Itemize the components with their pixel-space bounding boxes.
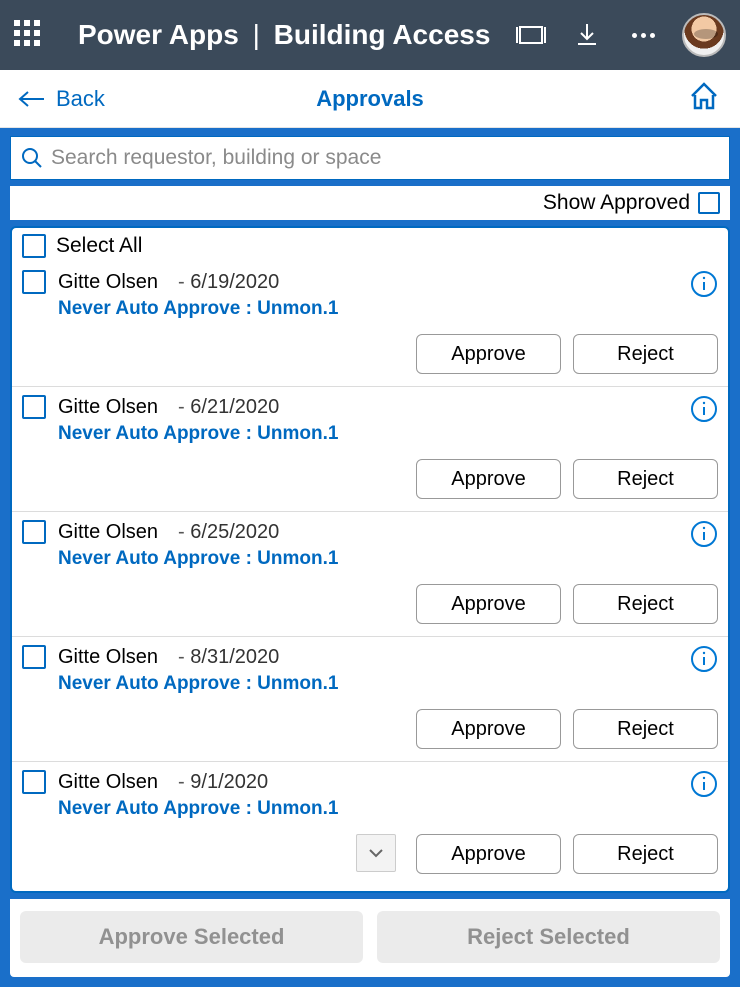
- approve-button[interactable]: Approve: [416, 584, 561, 624]
- request-subtitle: Never Auto Approve : Unmon.1: [58, 423, 718, 445]
- bulk-action-bar: Approve Selected Reject Selected: [10, 899, 730, 977]
- fit-to-screen-icon[interactable]: [514, 18, 548, 52]
- requestor-name: Gitte Olsen: [58, 271, 158, 294]
- approvals-panel: Show Approved Select All Gitte Olsen 6/1…: [0, 128, 740, 987]
- request-date: 6/19/2020: [178, 271, 279, 294]
- app-launcher-icon[interactable]: [14, 20, 44, 50]
- row-checkbox[interactable]: [22, 395, 46, 419]
- app-name: Power Apps: [78, 19, 239, 50]
- row-checkbox[interactable]: [22, 520, 46, 544]
- select-all-label: Select All: [56, 234, 142, 258]
- requestor-name: Gitte Olsen: [58, 771, 158, 794]
- approve-button[interactable]: Approve: [416, 334, 561, 374]
- row-checkbox[interactable]: [22, 645, 46, 669]
- request-subtitle: Never Auto Approve : Unmon.1: [58, 298, 718, 320]
- approve-selected-button[interactable]: Approve Selected: [20, 911, 363, 963]
- chevron-down-icon[interactable]: [356, 834, 396, 872]
- request-row: Gitte Olsen 8/31/2020 Never Auto Approve…: [12, 636, 728, 761]
- reject-button[interactable]: Reject: [573, 834, 718, 874]
- requestor-name: Gitte Olsen: [58, 396, 158, 419]
- info-icon[interactable]: [690, 520, 718, 553]
- title-separator: |: [253, 19, 260, 50]
- approve-button[interactable]: Approve: [416, 459, 561, 499]
- request-subtitle: Never Auto Approve : Unmon.1: [58, 673, 718, 695]
- reject-button[interactable]: Reject: [573, 584, 718, 624]
- back-button[interactable]: Back: [18, 86, 105, 112]
- reject-button[interactable]: Reject: [573, 334, 718, 374]
- request-subtitle: Never Auto Approve : Unmon.1: [58, 548, 718, 570]
- select-all-checkbox[interactable]: [22, 234, 46, 258]
- request-rows: Gitte Olsen 6/19/2020 Never Auto Approve…: [12, 262, 728, 891]
- requests-list: Select All Gitte Olsen 6/19/2020 Never A…: [10, 226, 730, 893]
- request-row: Gitte Olsen 6/19/2020 Never Auto Approve…: [12, 262, 728, 386]
- info-icon[interactable]: [690, 770, 718, 803]
- show-approved-label: Show Approved: [543, 191, 690, 215]
- search-icon: [21, 147, 43, 169]
- search-input[interactable]: [51, 146, 719, 170]
- approve-button[interactable]: Approve: [416, 709, 561, 749]
- request-date: 8/31/2020: [178, 646, 279, 669]
- home-button[interactable]: [686, 78, 722, 119]
- row-checkbox[interactable]: [22, 270, 46, 294]
- reject-button[interactable]: Reject: [573, 709, 718, 749]
- request-date: 9/1/2020: [178, 771, 268, 794]
- request-subtitle: Never Auto Approve : Unmon.1: [58, 798, 718, 820]
- show-approved-row: Show Approved: [10, 186, 730, 220]
- info-icon[interactable]: [690, 645, 718, 678]
- select-all-row: Select All: [12, 228, 728, 262]
- back-label: Back: [56, 86, 105, 112]
- app-title: Power Apps | Building Access: [78, 19, 490, 51]
- page-title: Approvals: [316, 86, 424, 112]
- sub-header: Back Approvals: [0, 70, 740, 128]
- more-icon[interactable]: [626, 18, 660, 52]
- approve-button[interactable]: Approve: [416, 834, 561, 874]
- reject-button[interactable]: Reject: [573, 459, 718, 499]
- request-row: Gitte Olsen 6/25/2020 Never Auto Approve…: [12, 511, 728, 636]
- request-row: Gitte Olsen 6/21/2020 Never Auto Approve…: [12, 386, 728, 511]
- download-icon[interactable]: [570, 18, 604, 52]
- search-box[interactable]: [10, 136, 730, 180]
- info-icon[interactable]: [690, 270, 718, 303]
- request-date: 6/25/2020: [178, 521, 279, 544]
- requestor-name: Gitte Olsen: [58, 646, 158, 669]
- requestor-name: Gitte Olsen: [58, 521, 158, 544]
- show-approved-checkbox[interactable]: [698, 192, 720, 214]
- request-date: 6/21/2020: [178, 396, 279, 419]
- info-icon[interactable]: [690, 395, 718, 428]
- top-bar: Power Apps | Building Access: [0, 0, 740, 70]
- page-name: Building Access: [274, 19, 491, 50]
- avatar[interactable]: [682, 13, 726, 57]
- reject-selected-button[interactable]: Reject Selected: [377, 911, 720, 963]
- row-checkbox[interactable]: [22, 770, 46, 794]
- request-row: Gitte Olsen 9/1/2020 Never Auto Approve …: [12, 761, 728, 886]
